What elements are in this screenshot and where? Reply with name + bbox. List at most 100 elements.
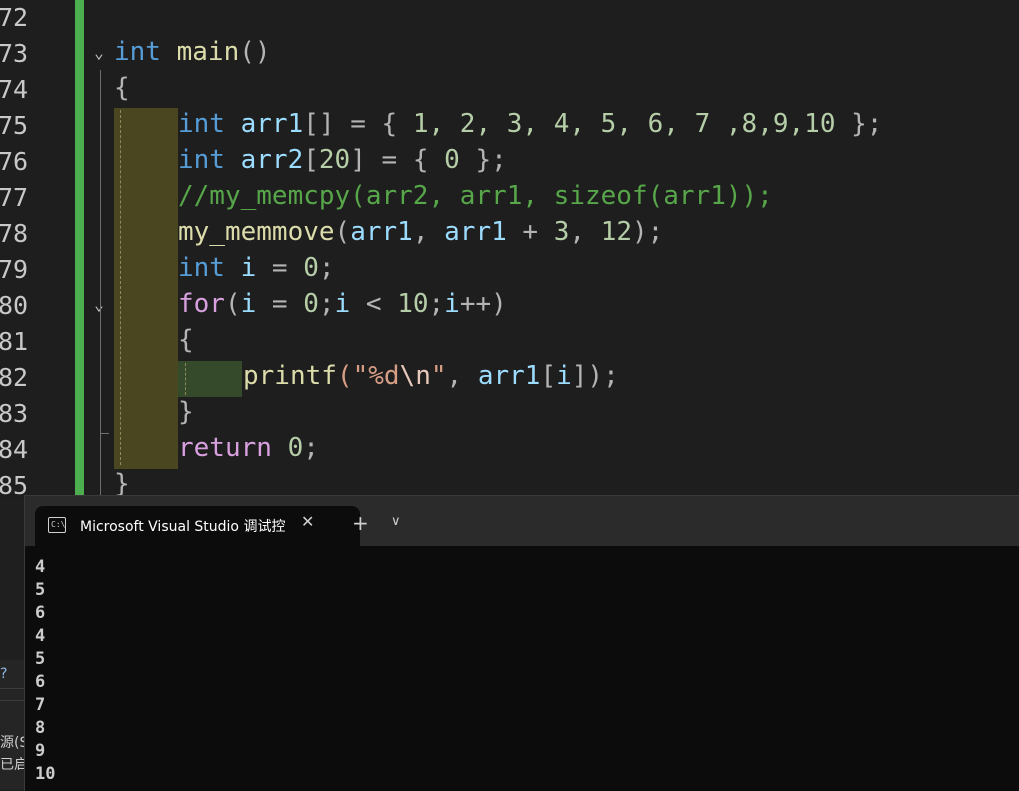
token: i [240, 289, 257, 319]
token: [ [540, 361, 557, 391]
token: int [178, 109, 225, 139]
token: arr2 [240, 145, 304, 175]
line-number: 76 [0, 147, 29, 176]
token: 20 [318, 145, 351, 175]
token: 10 [397, 289, 429, 319]
stub-label: 已启 [0, 757, 24, 773]
new-tab-button[interactable]: + [352, 513, 369, 533]
output-line: 7 [35, 695, 46, 715]
terminal-output: 4 5 6 4 5 6 7 8 9 10 [35, 556, 55, 786]
token: ); [632, 217, 664, 247]
token: [ [303, 145, 319, 175]
token: arr1 [350, 217, 413, 247]
tab-title: Microsoft Visual Studio 调试控 [80, 519, 286, 535]
token: i [556, 361, 572, 391]
token: my_memmove [178, 217, 335, 247]
token: return [178, 433, 272, 463]
token: 12 [600, 217, 633, 247]
line-number: 78 [0, 219, 29, 248]
line-number: 74 [0, 75, 29, 104]
change-indicator-bar [75, 0, 84, 500]
line-number: 82 [0, 363, 29, 392]
token: ]); [571, 361, 619, 391]
token: arr1 [477, 361, 541, 391]
indent-highlight [178, 361, 242, 397]
scope-guide-end [100, 433, 109, 434]
fold-chevron-down-icon[interactable]: ⌄ [89, 295, 109, 315]
token: int [178, 253, 225, 283]
token: \n [399, 361, 431, 391]
close-icon[interactable]: ✕ [301, 512, 314, 531]
output-line: 9 [35, 741, 46, 761]
console-icon: C:\ [48, 517, 66, 533]
token: i [444, 289, 460, 319]
output-line: 8 [35, 718, 46, 738]
divider [0, 700, 24, 701]
indent-guide [120, 110, 121, 465]
output-line: 4 [35, 626, 46, 646]
code-line-73: int main() [114, 37, 271, 67]
line-number: 83 [0, 399, 29, 428]
token: 3 [553, 217, 570, 247]
chevron-down-icon[interactable]: ∨ [391, 514, 401, 529]
token: , [412, 217, 445, 247]
token: arr1 [444, 217, 507, 247]
divider [0, 688, 24, 689]
token: ( [334, 217, 351, 247]
fold-chevron-down-icon[interactable]: ⌄ [89, 43, 109, 63]
token: %d [368, 361, 400, 391]
token: printf [243, 361, 337, 391]
token: ; [318, 289, 335, 319]
stub-label: 源(S [0, 735, 24, 751]
token: ++) [459, 289, 507, 319]
token: + [506, 217, 554, 247]
token: 0 [303, 289, 319, 319]
terminal-window[interactable]: C:\ Microsoft Visual Studio 调试控 ✕ + ∨ 4 … [24, 495, 1019, 791]
token: 0 [287, 433, 304, 463]
terminal-tab[interactable]: C:\ Microsoft Visual Studio 调试控 ✕ [35, 506, 360, 546]
code-line-74: { [114, 73, 130, 103]
line-number-gutter: 72 73 74 75 76 77 78 79 80 81 82 83 84 8… [0, 0, 60, 500]
code-line-82: printf("%d\n", arr1[i]); [243, 361, 619, 391]
token: }; [835, 109, 883, 139]
code-editor[interactable]: 72 73 74 75 76 77 78 79 80 81 82 83 84 8… [0, 0, 1019, 500]
line-number: 73 [0, 39, 29, 68]
line-number: 77 [0, 183, 29, 212]
token: ; [428, 289, 445, 319]
token: ] = { [350, 145, 445, 175]
line-number: 75 [0, 111, 29, 140]
output-line: 6 [35, 603, 46, 623]
output-line: 10 [35, 764, 56, 784]
token: int [178, 145, 225, 175]
terminal-titlebar: C:\ Microsoft Visual Studio 调试控 ✕ + ∨ [25, 496, 1019, 546]
indent-guide [185, 363, 186, 395]
left-panel-stub: ? 源(S 已启 [0, 660, 24, 790]
output-line: 4 [35, 557, 46, 577]
token: = [256, 253, 304, 283]
output-line: 5 [35, 580, 46, 600]
token: main [176, 37, 240, 67]
code-line-81: { [178, 325, 194, 355]
token: int [114, 37, 161, 67]
token: = [256, 289, 304, 319]
scope-guide-line [100, 70, 101, 500]
token: i [240, 253, 257, 283]
token: ( [224, 289, 241, 319]
token: [] = { [303, 109, 413, 139]
code-line-77: //my_memcpy(arr2, arr1, sizeof(arr1)); [178, 181, 773, 211]
code-line-78: my_memmove(arr1, arr1 + 3, 12); [178, 217, 663, 247]
indent-highlight [114, 108, 178, 469]
output-line: 5 [35, 649, 46, 669]
output-line: 6 [35, 672, 46, 692]
scope-guide-line [100, 325, 101, 433]
token: arr1 [240, 109, 304, 139]
line-number: 84 [0, 435, 29, 464]
help-icon[interactable]: ? [0, 666, 24, 682]
code-line-76: int arr2[20] = { 0 }; [178, 145, 507, 175]
line-number: 72 [0, 3, 29, 32]
code-line-75: int arr1[] = { 1, 2, 3, 4, 5, 6, 7 ,8,9,… [178, 109, 882, 139]
token: " [430, 361, 447, 391]
code-line-80: for(i = 0;i < 10;i++) [178, 289, 507, 319]
token: ; [318, 253, 335, 283]
